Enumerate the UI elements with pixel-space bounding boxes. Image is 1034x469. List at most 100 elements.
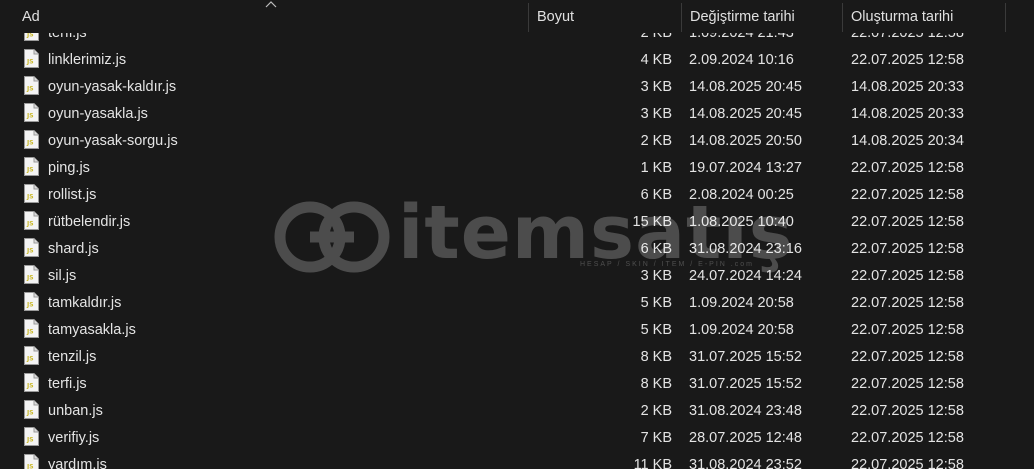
- file-explorer-details-view: Ad Boyut Değiştirme tarihi Oluşturma tar…: [0, 0, 1034, 469]
- file-row[interactable]: JS verifiy.js 7 KB 28.07.2025 12:48 22.07.20…: [0, 424, 1034, 451]
- file-row[interactable]: JS oyun-yasak-kaldır.js 3 KB 14.08.2025 20:…: [0, 73, 1034, 100]
- file-size: 6 KB: [640, 187, 672, 203]
- column-header-created[interactable]: Oluşturma tarihi: [843, 0, 1005, 33]
- file-modified-date: 31.07.2025 15:52: [689, 376, 802, 392]
- file-created-date: 22.07.2025 12:58: [851, 295, 964, 311]
- file-modified-date: 31.08.2024 23:48: [689, 403, 802, 419]
- js-file-icon: JS: [24, 76, 39, 95]
- file-name: yardım.js: [48, 457, 107, 469]
- file-size: 3 KB: [640, 268, 672, 284]
- file-modified-date: 2.09.2024 10:16: [689, 52, 794, 68]
- file-size: 3 KB: [640, 79, 672, 95]
- column-header-name[interactable]: Ad: [14, 0, 528, 33]
- column-header-modified[interactable]: Değiştirme tarihi: [682, 0, 842, 33]
- file-row[interactable]: JS rütbelendir.js 15 KB 1.08.2025 10:40 22.0…: [0, 208, 1034, 235]
- file-name: oyun-yasak-kaldır.js: [48, 79, 177, 95]
- file-modified-date: 2.08.2024 00:25: [689, 187, 794, 203]
- js-file-icon: JS: [24, 346, 39, 365]
- file-modified-date: 14.08.2025 20:45: [689, 79, 802, 95]
- svg-text:JS: JS: [26, 221, 34, 228]
- file-size: 5 KB: [640, 295, 672, 311]
- js-file-icon: JS: [24, 103, 39, 122]
- js-file-icon: JS: [24, 130, 39, 149]
- file-row[interactable]: JS tamyasakla.js 5 KB 1.09.2024 20:58 22.07.…: [0, 316, 1034, 343]
- svg-text:JS: JS: [26, 356, 34, 363]
- file-name: rollist.js: [48, 187, 97, 203]
- file-size: 7 KB: [640, 430, 672, 446]
- file-created-date: 14.08.2025 20:34: [851, 133, 964, 149]
- svg-text:JS: JS: [26, 248, 34, 255]
- js-file-icon: JS: [24, 427, 39, 446]
- file-row[interactable]: JS tamkaldır.js 5 KB 1.09.2024 20:58 22.07.2…: [0, 289, 1034, 316]
- file-row[interactable]: JS ping.js 1 KB 19.07.2024 13:27 22.07.2025 …: [0, 154, 1034, 181]
- file-row[interactable]: JS oyun-yasak-sorgu.js 2 KB 14.08.2025 20:5…: [0, 127, 1034, 154]
- js-file-icon: JS: [24, 49, 39, 68]
- svg-text:JS: JS: [26, 302, 34, 309]
- file-created-date: 22.07.2025 12:58: [851, 457, 964, 469]
- file-size: 2 KB: [640, 133, 672, 149]
- file-name: rütbelendir.js: [48, 214, 131, 230]
- svg-text:JS: JS: [26, 113, 34, 120]
- column-header-size[interactable]: Boyut: [529, 0, 681, 33]
- js-file-icon: JS: [24, 373, 39, 392]
- file-size: 8 KB: [640, 376, 672, 392]
- svg-text:JS: JS: [26, 383, 34, 390]
- file-size: 3 KB: [640, 106, 672, 122]
- svg-text:JS: JS: [26, 437, 34, 444]
- file-modified-date: 19.07.2024 13:27: [689, 160, 802, 176]
- file-row[interactable]: JS oyun-yasakla.js 3 KB 14.08.2025 20:45 14.…: [0, 100, 1034, 127]
- svg-text:JS: JS: [26, 140, 34, 147]
- file-name: unban.js: [48, 403, 103, 419]
- file-size: 4 KB: [640, 52, 672, 68]
- file-created-date: 22.07.2025 12:58: [851, 160, 964, 176]
- js-file-icon: JS: [24, 211, 39, 230]
- file-name: ping.js: [48, 160, 90, 176]
- file-created-date: 22.07.2025 12:58: [851, 403, 964, 419]
- js-file-icon: JS: [24, 265, 39, 284]
- file-modified-date: 1.09.2024 20:58: [689, 295, 794, 311]
- file-row[interactable]: JS tenzil.js 8 KB 31.07.2025 15:52 22.07.202…: [0, 343, 1034, 370]
- file-modified-date: 24.07.2024 14:24: [689, 268, 802, 284]
- svg-text:JS: JS: [26, 59, 34, 66]
- column-divider[interactable]: [1005, 3, 1006, 32]
- file-size: 15 KB: [632, 214, 673, 230]
- file-created-date: 14.08.2025 20:33: [851, 79, 964, 95]
- file-name: shard.js: [48, 241, 99, 257]
- file-modified-date: 1.08.2025 10:40: [689, 214, 794, 230]
- svg-text:JS: JS: [26, 464, 34, 469]
- js-file-icon: JS: [24, 319, 39, 338]
- file-created-date: 22.07.2025 12:58: [851, 268, 964, 284]
- file-created-date: 22.07.2025 12:58: [851, 52, 964, 68]
- file-row[interactable]: JS terfi.js 8 KB 31.07.2025 15:52 22.07.2025…: [0, 370, 1034, 397]
- file-modified-date: 31.07.2025 15:52: [689, 349, 802, 365]
- svg-text:JS: JS: [26, 329, 34, 336]
- file-row[interactable]: JS sil.js 3 KB 24.07.2024 14:24 22.07.2025 1…: [0, 262, 1034, 289]
- column-header-bar: Ad Boyut Değiştirme tarihi Oluşturma tar…: [0, 0, 1034, 33]
- js-file-icon: JS: [24, 400, 39, 419]
- file-name: tamkaldır.js: [48, 295, 122, 311]
- js-file-icon: JS: [24, 292, 39, 311]
- js-file-icon: JS: [24, 238, 39, 257]
- file-name: sil.js: [48, 268, 77, 284]
- file-created-date: 22.07.2025 12:58: [851, 430, 964, 446]
- file-row[interactable]: JS linklerimiz.js 4 KB 2.09.2024 10:16 22.07…: [0, 46, 1034, 73]
- file-size: 1 KB: [640, 160, 672, 176]
- file-modified-date: 31.08.2024 23:52: [689, 457, 802, 469]
- file-name: oyun-yasakla.js: [48, 106, 148, 122]
- svg-text:JS: JS: [26, 86, 34, 93]
- file-created-date: 14.08.2025 20:33: [851, 106, 964, 122]
- js-file-icon: JS: [24, 454, 39, 469]
- file-modified-date: 28.07.2025 12:48: [689, 430, 802, 446]
- file-modified-date: 14.08.2025 20:45: [689, 106, 802, 122]
- file-row[interactable]: JS rollist.js 6 KB 2.08.2024 00:25 22.07.202…: [0, 181, 1034, 208]
- file-modified-date: 14.08.2025 20:50: [689, 133, 802, 149]
- file-row[interactable]: JS yardım.js 11 KB 31.08.2024 23:52 22.07.20…: [0, 451, 1034, 469]
- file-row[interactable]: JS unban.js 2 KB 31.08.2024 23:48 22.07.2025…: [0, 397, 1034, 424]
- file-modified-date: 31.08.2024 23:16: [689, 241, 802, 257]
- file-created-date: 22.07.2025 12:58: [851, 349, 964, 365]
- file-modified-date: 1.09.2024 20:58: [689, 322, 794, 338]
- file-row[interactable]: JS shard.js 6 KB 31.08.2024 23:16 22.07.2025…: [0, 235, 1034, 262]
- file-name: oyun-yasak-sorgu.js: [48, 133, 178, 149]
- file-name: verifiy.js: [48, 430, 100, 446]
- file-size: 11 KB: [633, 457, 672, 469]
